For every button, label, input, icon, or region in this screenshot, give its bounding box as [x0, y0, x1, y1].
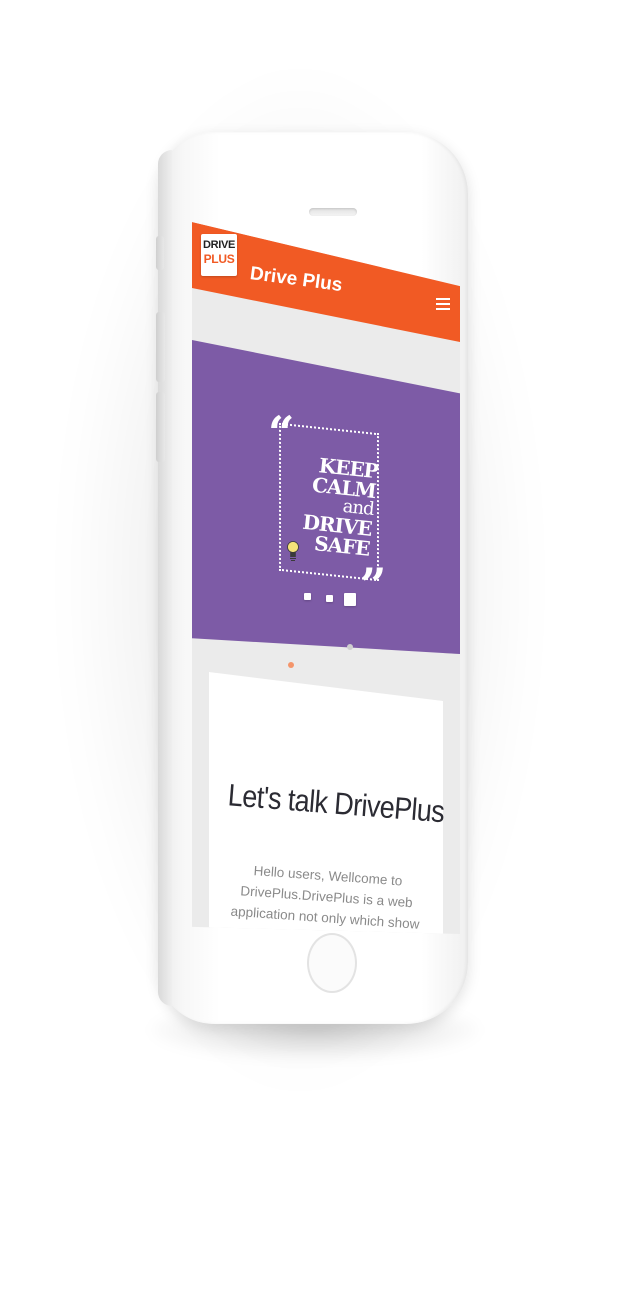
app-screen: DRIVE PLUS Drive Plus “ ” KEEP CALM and … [192, 222, 460, 934]
home-button[interactable] [307, 933, 357, 993]
carousel-dot-active[interactable] [344, 593, 356, 606]
phone-side-edge [158, 150, 172, 1006]
banner-line: CALM [310, 472, 377, 504]
menu-bar [436, 308, 450, 310]
keep-calm-text: KEEP CALM and DRIVE SAFE [299, 453, 379, 561]
menu-bar [436, 303, 450, 305]
volume-down-button [156, 392, 165, 462]
carousel-dots [304, 590, 364, 610]
mute-switch [156, 236, 164, 270]
drive-plus-logo[interactable]: DRIVE PLUS [201, 234, 237, 276]
volume-up-button [156, 312, 165, 382]
carousel-dot[interactable] [326, 595, 333, 602]
device-mockup-scene: DRIVE PLUS Drive Plus “ ” KEEP CALM and … [0, 0, 624, 1308]
carousel-dot[interactable] [304, 593, 311, 600]
intro-card-body: Hello users, Wellcome to DrivePlus.Drive… [230, 863, 420, 934]
earpiece-speaker [309, 208, 357, 216]
open-quote-icon: “ [268, 406, 295, 460]
page-indicator[interactable] [347, 644, 353, 650]
lightbulb-icon [287, 541, 299, 561]
menu-bar [436, 298, 450, 300]
logo-text-plus: PLUS [203, 252, 235, 266]
page-indicator-active[interactable] [288, 662, 294, 668]
logo-text-drive: DRIVE [202, 239, 236, 251]
hamburger-menu-icon[interactable] [436, 298, 450, 312]
